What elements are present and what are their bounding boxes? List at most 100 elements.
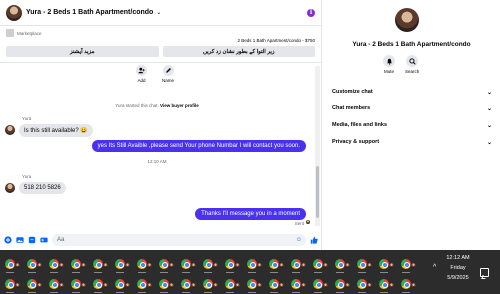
scrollbar[interactable] (315, 66, 320, 226)
taskbar-chrome-window[interactable] (48, 258, 64, 273)
chevron-down-icon[interactable]: ⌄ (487, 105, 492, 112)
taskbar-chrome-window[interactable] (312, 258, 328, 273)
profile-badge-icon (389, 283, 394, 288)
avatar[interactable] (395, 8, 419, 32)
taskbar-chrome-window[interactable] (246, 258, 262, 273)
chevron-down-icon[interactable]: ⌄ (487, 89, 492, 96)
chrome-icon (181, 279, 191, 289)
running-indicator (226, 272, 234, 273)
chat-members-section[interactable]: Chat members ⌄ (332, 100, 492, 116)
running-indicator (292, 292, 300, 293)
message-input[interactable]: Aa ☺ (52, 234, 306, 246)
chrome-icon (181, 259, 191, 269)
emoji-icon[interactable]: ☺ (296, 237, 302, 243)
notification-icon[interactable] (480, 268, 489, 277)
chevron-down-icon[interactable]: ⌄ (487, 139, 492, 146)
taskbar-chrome-window[interactable] (92, 278, 108, 293)
view-buyer-profile-link[interactable]: View buyer profile (160, 103, 199, 108)
chrome-icon (27, 279, 37, 289)
taskbar-chrome-window[interactable] (92, 258, 108, 273)
message-bubble-incoming[interactable]: 518 210 5826 (19, 182, 66, 194)
profile-badge-icon (411, 263, 416, 268)
taskbar-chrome-window[interactable] (48, 278, 64, 293)
taskbar-chrome-window[interactable] (180, 258, 196, 273)
taskbar-chrome-window[interactable] (136, 278, 152, 293)
taskbar-chrome-window[interactable] (114, 258, 130, 273)
customize-chat-section[interactable]: Customize chat ⌄ (332, 84, 492, 100)
media-files-links-section[interactable]: Media, files and links ⌄ (332, 117, 492, 133)
message-bubble-outgoing[interactable]: yes Its Still Avaible ,please send Your … (91, 140, 306, 152)
taskbar-chrome-window[interactable] (312, 278, 328, 293)
taskbar-chrome-window[interactable] (246, 278, 262, 293)
profile-badge-icon (279, 283, 284, 288)
taskbar-chrome-window[interactable] (202, 278, 218, 293)
taskbar-chrome-window[interactable] (26, 278, 42, 293)
taskbar-chrome-window[interactable] (224, 258, 240, 273)
chrome-icon (357, 259, 367, 269)
running-indicator (160, 292, 168, 293)
privacy-support-section[interactable]: Privacy & support ⌄ (332, 134, 492, 150)
image-icon[interactable] (16, 236, 24, 244)
sticker-icon[interactable] (28, 236, 36, 244)
mute-button[interactable]: Mute (383, 55, 395, 74)
search-icon[interactable] (406, 55, 419, 67)
tray-chevron-up-icon[interactable]: ^ (433, 264, 436, 271)
taskbar-chrome-window[interactable] (158, 258, 174, 273)
plus-icon[interactable] (4, 236, 12, 244)
taskbar-chrome-window[interactable] (290, 258, 306, 273)
listing-line[interactable]: 2 Beds 1 Bath Apartment/condo - $750 (237, 38, 315, 43)
running-indicator (182, 292, 190, 293)
taskbar-chrome-window[interactable] (202, 258, 218, 273)
taskbar-chrome-window[interactable] (26, 258, 42, 273)
taskbar-clock[interactable]: 12:12 AM Friday 5/9/2025 (440, 253, 476, 283)
taskbar-chrome-window[interactable] (224, 278, 240, 293)
pencil-icon[interactable] (162, 65, 174, 76)
chrome-icon (203, 259, 213, 269)
running-indicator (138, 272, 146, 273)
profile-badge-icon (345, 283, 350, 288)
thumbs-up-icon[interactable] (310, 236, 318, 244)
scrollbar-thumb[interactable] (316, 166, 319, 218)
name-action[interactable]: Name (162, 65, 174, 83)
more-options-button[interactable]: مزید آپشنز (6, 46, 159, 57)
taskbar-chrome-window[interactable] (70, 278, 86, 293)
search-button[interactable]: Search (405, 55, 419, 74)
mark-as-pending-button[interactable]: زیر التوا کے بطور نشان زد کریں (162, 46, 315, 57)
taskbar-chrome-window[interactable] (400, 278, 416, 293)
panel-title: Yura - 2 Beds 1 Bath Apartment/condo (352, 41, 471, 48)
gif-icon[interactable] (40, 236, 48, 244)
taskbar-chrome-window[interactable] (180, 278, 196, 293)
message-bubble-incoming[interactable]: Is this still available? 😀 (19, 124, 93, 137)
listing-thumbnail[interactable] (6, 29, 14, 37)
chevron-down-icon[interactable]: ⌄ (487, 122, 492, 129)
composer: Aa ☺ (0, 230, 322, 250)
taskbar-chrome-window[interactable] (268, 278, 284, 293)
chat-title[interactable]: Yura - 2 Beds 1 Bath Apartment/condo (26, 9, 153, 16)
taskbar-chrome-window[interactable] (268, 258, 284, 273)
taskbar-chrome-window[interactable] (136, 258, 152, 273)
taskbar-chrome-window[interactable] (70, 258, 86, 273)
chevron-down-icon[interactable]: ⌄ (156, 9, 161, 16)
taskbar-chrome-window[interactable] (334, 258, 350, 273)
avatar[interactable] (5, 125, 15, 135)
profile-badge-icon (169, 263, 174, 268)
taskbar-chrome-window[interactable] (334, 278, 350, 293)
taskbar-chrome-window[interactable] (378, 278, 394, 293)
running-indicator (226, 292, 234, 293)
add-action[interactable]: Add (136, 65, 147, 83)
person-add-icon[interactable] (136, 65, 147, 76)
taskbar-chrome-window[interactable] (378, 258, 394, 273)
avatar[interactable] (5, 183, 15, 193)
taskbar-chrome-window[interactable] (290, 278, 306, 293)
taskbar-chrome-window[interactable] (400, 258, 416, 273)
info-icon[interactable]: i (307, 8, 315, 17)
message-bubble-outgoing[interactable]: Thanks I'll message you in a moment (195, 208, 306, 220)
taskbar-chrome-window[interactable] (356, 258, 372, 273)
taskbar-chrome-window[interactable] (4, 278, 20, 293)
bell-icon[interactable] (383, 55, 395, 67)
avatar[interactable] (6, 4, 22, 21)
taskbar-chrome-window[interactable] (158, 278, 174, 293)
taskbar-chrome-window[interactable] (114, 278, 130, 293)
taskbar-chrome-window[interactable] (4, 258, 20, 273)
taskbar-chrome-window[interactable] (356, 278, 372, 293)
